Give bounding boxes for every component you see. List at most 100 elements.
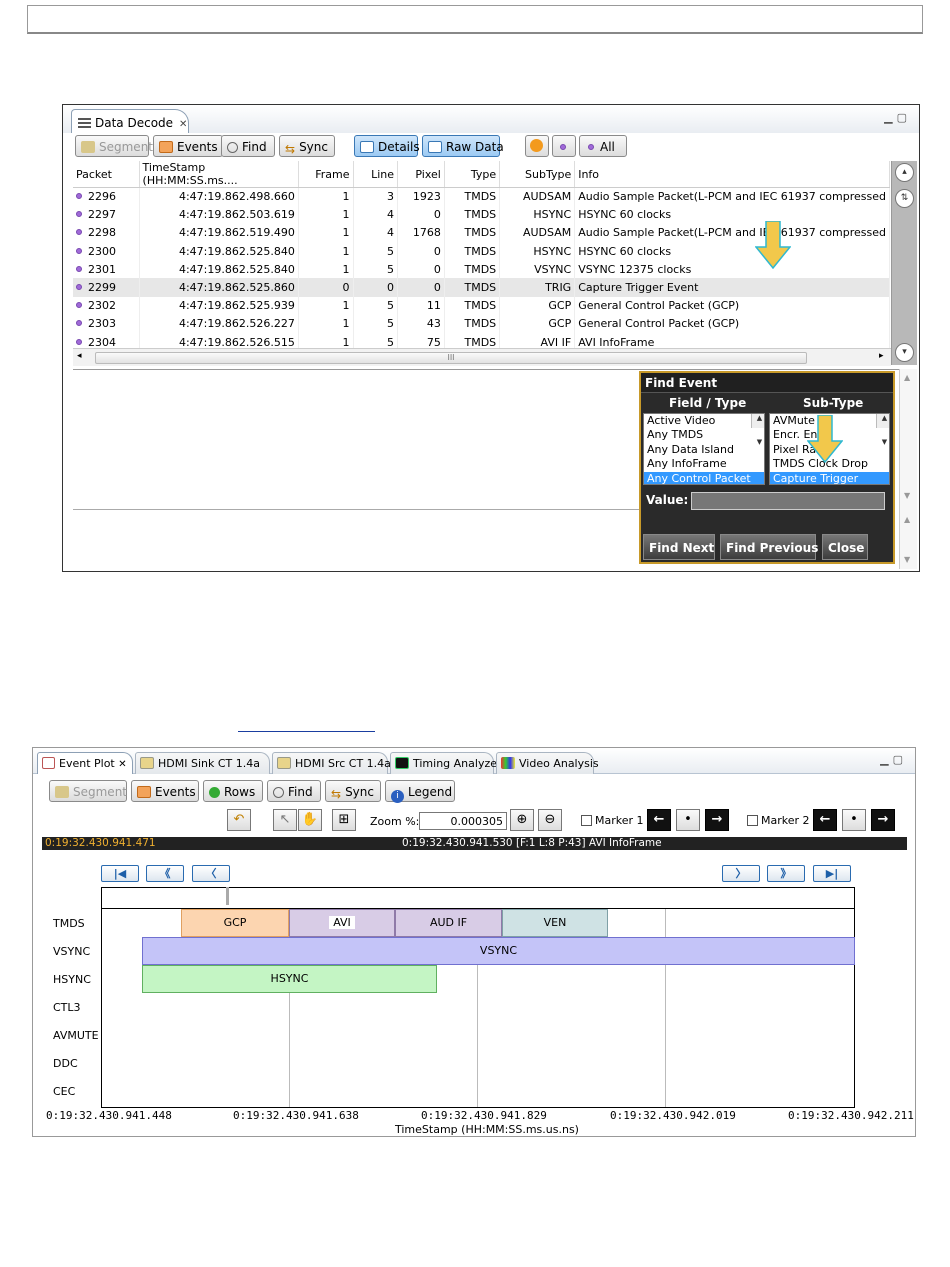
minimize-icon[interactable]: ▁ — [884, 111, 896, 124]
tab-timing-analyzer[interactable]: Timing Analyzer — [390, 752, 502, 774]
time-cursor[interactable] — [226, 887, 229, 905]
step-back-icon[interactable]: 〈 — [192, 865, 230, 882]
sync-button[interactable]: ⇆ Sync — [325, 780, 381, 802]
step-forward-icon[interactable]: 〉 — [722, 865, 760, 882]
segment-button[interactable]: Segment — [75, 135, 153, 157]
details-button[interactable]: Details — [354, 135, 420, 157]
scroll-left-icon[interactable]: ◂ — [77, 351, 82, 361]
list-item[interactable]: Any InfoFrame — [644, 457, 764, 471]
event-vsync[interactable]: VSYNC — [142, 937, 855, 965]
find-button[interactable]: Find — [267, 780, 321, 802]
event-ven[interactable]: VEN — [502, 909, 608, 937]
all-filter-button[interactable]: All — [579, 135, 627, 157]
table-horizontal-scrollbar[interactable]: ◂ III ▸ — [73, 348, 891, 366]
close-icon[interactable]: ✕ — [118, 759, 126, 770]
table-row[interactable]: 2303 4:47:19.862.526.227 1 5 43 TMDS GCP Genera… — [73, 314, 890, 333]
maximize-icon[interactable]: ▢ — [893, 753, 907, 766]
scroll-down-icon[interactable]: ▼ — [904, 555, 910, 564]
list-scrollbar[interactable]: ▲ ▼ — [751, 414, 764, 446]
data-decode-tab[interactable]: Data Decode ✕ — [71, 109, 189, 133]
marker2-next-icon[interactable]: → — [871, 809, 895, 831]
event-hsync[interactable]: HSYNC — [142, 965, 437, 993]
column-header[interactable]: Packet — [73, 161, 140, 188]
window-controls[interactable]: ▁▢ — [884, 111, 911, 124]
checkbox-icon[interactable] — [747, 815, 758, 826]
minimize-icon[interactable]: ▁ — [880, 753, 892, 766]
list-item[interactable]: Any TMDS — [644, 428, 764, 442]
zoom-input[interactable]: 0.000305 — [419, 812, 507, 830]
scroll-down-icon[interactable]: ▾ — [895, 343, 914, 362]
list-item[interactable]: Active Video — [644, 414, 764, 428]
scroll-up-icon[interactable]: ▴ — [895, 163, 914, 182]
tab-event-plot[interactable]: Event Plot ✕ — [37, 752, 133, 774]
column-header[interactable]: Type — [444, 161, 501, 188]
find-next-button[interactable]: Find Next — [643, 534, 715, 560]
list-item[interactable]: Any Data Island — [644, 443, 764, 457]
column-header[interactable]: Line — [353, 161, 399, 188]
marker2-center-icon[interactable]: • — [842, 809, 866, 831]
event-aud-if[interactable]: AUD IF — [395, 909, 502, 937]
scroll-thumb[interactable]: III — [95, 352, 807, 364]
marker2-checkbox[interactable]: Marker 2 — [747, 814, 810, 827]
page-back-icon[interactable]: 《 — [146, 865, 184, 882]
hyperlink-underline[interactable] — [238, 731, 375, 732]
checkbox-icon[interactable] — [581, 815, 592, 826]
table-row[interactable]: 2302 4:47:19.862.525.939 1 5 11 TMDS GCP Genera… — [73, 296, 890, 315]
field-type-list[interactable]: Active Video Any TMDS Any Data Island Any I… — [643, 413, 765, 485]
scroll-up-icon[interactable]: ▲ — [904, 373, 910, 382]
marker1-checkbox[interactable]: Marker 1 — [581, 814, 644, 827]
zoom-out-icon[interactable]: ⊖ — [538, 809, 562, 831]
table-vertical-scrollbar[interactable]: ▴ ⇅ ▾ — [891, 161, 917, 365]
undo-zoom-icon[interactable]: ↶ — [227, 809, 251, 831]
go-end-icon[interactable]: ▶| — [813, 865, 851, 882]
legend-button[interactable]: i Legend — [385, 780, 455, 803]
list-item[interactable]: Capture Trigger — [770, 471, 889, 484]
scroll-up-icon[interactable]: ▲ — [904, 515, 910, 524]
scroll-down-icon[interactable]: ▼ — [904, 491, 910, 500]
event-plot-area[interactable]: GCP AVI AUD IF VEN VSYNC HSYNC — [101, 887, 855, 1108]
pointer-icon[interactable]: ↖ — [273, 809, 297, 831]
segment-button[interactable]: Segment — [49, 780, 127, 802]
find-previous-button[interactable]: Find Previous — [720, 534, 818, 560]
pane-divider[interactable] — [73, 509, 639, 510]
marker2-prev-icon[interactable]: ← — [813, 809, 837, 831]
event-gcp[interactable]: GCP — [181, 909, 289, 937]
details-scrollbar[interactable]: ▲ ▼ ▲ ▼ — [899, 369, 917, 569]
zoom-in-icon[interactable]: ⊕ — [510, 809, 534, 831]
table-row[interactable]: 2299 4:47:19.862.525.860 0 0 0 TMDS TRIG Captur… — [73, 278, 890, 297]
marker1-center-icon[interactable]: • — [676, 809, 700, 831]
column-header[interactable]: Frame — [298, 161, 354, 188]
events-button[interactable]: Events — [131, 780, 199, 802]
close-button[interactable]: Close — [822, 534, 868, 560]
events-button[interactable]: Events — [153, 135, 223, 157]
hand-icon[interactable]: ✋ — [298, 809, 322, 831]
sync-button[interactable]: ⇆ Sync — [279, 135, 335, 157]
event-avi[interactable]: AVI — [289, 909, 395, 937]
marker1-next-icon[interactable]: → — [705, 809, 729, 831]
close-icon[interactable]: ✕ — [179, 119, 187, 130]
packet-filter-button[interactable] — [552, 135, 576, 157]
list-item[interactable]: Any Control Packet — [644, 471, 764, 484]
scroll-sync-icon[interactable]: ⇅ — [895, 189, 914, 208]
marker1-prev-icon[interactable]: ← — [647, 809, 671, 831]
page-forward-icon[interactable]: 》 — [767, 865, 805, 882]
tab-video-analysis[interactable]: Video Analysis — [496, 752, 599, 774]
list-scrollbar[interactable]: ▲ ▼ — [876, 414, 889, 446]
column-header[interactable]: TimeStamp (HH:MM:SS.ms.... — [139, 161, 299, 188]
window-controls[interactable]: ▁▢ — [880, 753, 907, 766]
column-header[interactable]: Info — [574, 161, 890, 188]
zoom-box-icon[interactable]: ⊞ — [332, 809, 356, 831]
tab-hdmi-sink[interactable]: HDMI Sink CT 1.4a — [135, 752, 270, 774]
table-row[interactable]: 2296 4:47:19.862.498.660 1 3 1923 TMDS AUDSAM A… — [73, 187, 890, 206]
tab-hdmi-src[interactable]: HDMI Src CT 1.4a — [272, 752, 391, 774]
raw-data-button[interactable]: Raw Data — [422, 135, 504, 157]
go-start-icon[interactable]: |◀ — [101, 865, 139, 882]
column-header[interactable]: SubType — [499, 161, 576, 188]
rows-button[interactable]: Rows — [203, 780, 263, 802]
column-header[interactable]: Pixel — [397, 161, 445, 188]
find-button[interactable]: Find — [221, 135, 275, 157]
maximize-icon[interactable]: ▢ — [897, 111, 911, 124]
value-input[interactable] — [691, 492, 885, 510]
warning-filter-button[interactable] — [525, 135, 549, 157]
scroll-right-icon[interactable]: ▸ — [879, 351, 884, 361]
